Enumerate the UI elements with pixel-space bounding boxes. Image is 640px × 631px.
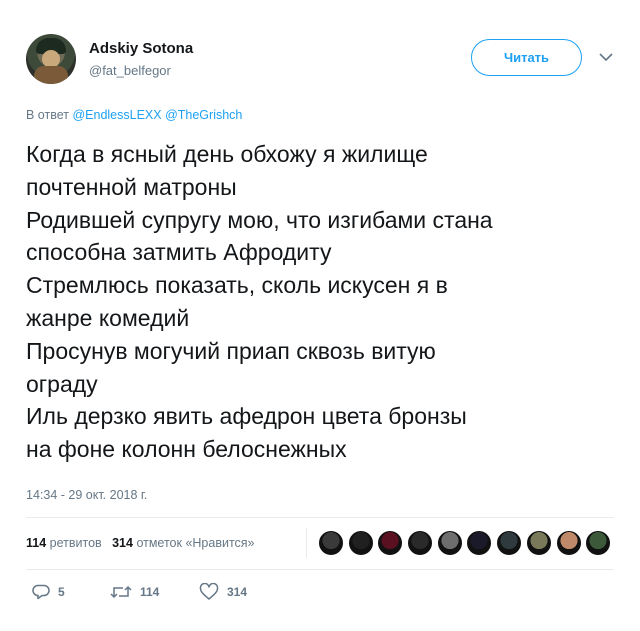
retweets-stat[interactable]: 114 ретвитов [26, 536, 102, 550]
reply-icon [32, 584, 50, 600]
retweet-count: 114 [140, 585, 160, 599]
tweet-line: Родившей супругу мою, что изгибами стана [26, 206, 493, 233]
follow-button[interactable]: Читать [471, 39, 582, 76]
tweet-line: Просунув могучий приап сквозь витую [26, 337, 436, 364]
reply-count: 5 [58, 585, 65, 599]
tweet-timestamp[interactable]: 14:34 - 29 окт. 2018 г. [26, 488, 147, 502]
chevron-down-icon[interactable] [599, 52, 613, 62]
liker-avatar[interactable] [407, 530, 434, 556]
liker-avatar[interactable] [496, 530, 523, 556]
reply-prefix: В ответ [26, 108, 69, 122]
user-handle[interactable]: @fat_belfegor [89, 63, 171, 78]
retweet-action[interactable]: 114 [110, 583, 159, 601]
reply-context: В ответ @EndlessLEXX @TheGrishch [26, 108, 242, 122]
tweet-line: способна затмить Афродиту [26, 239, 332, 266]
divider [26, 517, 614, 518]
tweet-line: Иль дерзко явить афедрон цвета бронзы [26, 403, 467, 430]
tweet-line: почтенной матроны [26, 173, 237, 200]
tweet-line: на фоне колонн белоснежных [26, 436, 347, 463]
tweet-stats: 114 ретвитов 314 отметок «Нравится» [26, 536, 255, 550]
liker-avatar[interactable] [377, 530, 404, 556]
mention-link[interactable]: @EndlessLEXX [72, 108, 161, 122]
liker-avatar[interactable] [525, 530, 552, 556]
user-name[interactable]: Adskiy Sotona [89, 40, 193, 57]
liker-avatar[interactable] [466, 530, 493, 556]
divider [306, 528, 307, 558]
retweet-icon [110, 585, 132, 599]
tweet-actions: 5 114 314 [0, 583, 640, 607]
mention-link[interactable]: @TheGrishch [165, 108, 242, 122]
retweets-label: ретвитов [49, 536, 102, 550]
liker-avatar[interactable] [436, 530, 463, 556]
liker-avatars [318, 530, 615, 556]
like-count: 314 [227, 585, 248, 599]
likes-stat[interactable]: 314 отметок «Нравится» [112, 536, 254, 550]
tweet-text: Когда в ясный день обхожу я жилище почте… [26, 138, 626, 466]
reply-action[interactable]: 5 [32, 583, 65, 601]
liker-avatar[interactable] [318, 530, 344, 556]
liker-avatar[interactable] [347, 530, 374, 556]
tweet-line: жанре комедий [26, 304, 190, 331]
retweets-count: 114 [26, 536, 47, 550]
avatar-body [34, 66, 68, 84]
tweet-line: ограду [26, 370, 98, 397]
likes-label: отметок «Нравится» [136, 536, 255, 550]
heart-icon [199, 583, 219, 600]
divider [26, 569, 614, 570]
tweet-line: Когда в ясный день обхожу я жилище [26, 141, 428, 167]
user-avatar[interactable] [26, 34, 76, 84]
likes-count: 314 [112, 536, 133, 550]
tweet-line: Стремлюсь показать, сколь искусен я в [26, 272, 448, 299]
like-action[interactable]: 314 [199, 583, 247, 601]
liker-avatar[interactable] [555, 530, 582, 556]
liker-avatar[interactable] [585, 530, 612, 556]
